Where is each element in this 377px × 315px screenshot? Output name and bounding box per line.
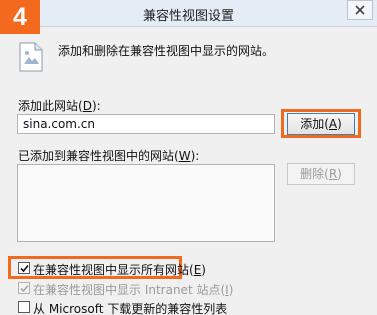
show-intranet-checkbox <box>18 282 30 294</box>
added-sites-list[interactable] <box>17 164 275 242</box>
compatibility-page-icon <box>19 42 43 72</box>
added-sites-label: 已添加到兼容性视图中的网站(W): <box>18 149 200 163</box>
window-title: 兼容性视图设置 <box>142 9 234 24</box>
close-button[interactable] <box>347 0 373 20</box>
show-all-sites-checkbox[interactable] <box>18 262 30 274</box>
add-site-label: 添加此网站(D): <box>18 99 101 113</box>
show-all-sites-label: 在兼容性视图中显示所有网站(E) <box>33 263 206 277</box>
close-icon <box>355 5 365 15</box>
download-list-checkbox[interactable] <box>18 301 30 313</box>
remove-button[interactable]: 删除(R) <box>287 163 355 185</box>
title-bar: 兼容性视图设置 <box>0 0 377 27</box>
download-list-label: 从 Microsoft 下载更新的兼容性列表 <box>33 302 228 315</box>
intro-text: 添加和删除在兼容性视图中显示的网站。 <box>58 44 275 58</box>
checkmark-icon <box>20 264 29 273</box>
checkmark-icon <box>20 284 29 293</box>
add-button[interactable]: 添加(A) <box>287 113 355 135</box>
step-number-badge: 4 <box>0 0 40 34</box>
add-site-input[interactable] <box>17 114 275 134</box>
show-intranet-label: 在兼容性视图中显示 Intranet 站点(I) <box>33 283 234 297</box>
